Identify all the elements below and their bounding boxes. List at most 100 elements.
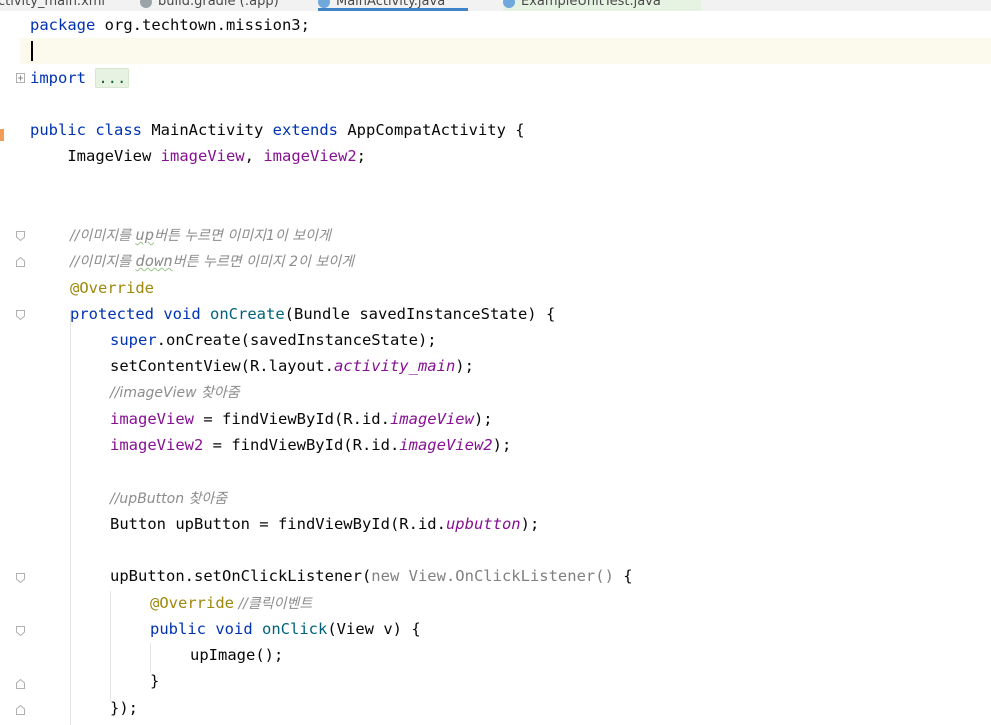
keyword: void	[215, 620, 253, 638]
params: (Bundle savedInstanceState) {	[284, 305, 556, 323]
tab-exampleunittest-java[interactable]: ExampleUnitTest.java	[503, 0, 701, 11]
indent-guide	[70, 311, 71, 725]
annotation: @Override	[70, 279, 154, 297]
method-name: onClick	[262, 620, 328, 638]
tab-label: MainActivity.java	[336, 0, 446, 9]
code-line-comment: //이미지를 down버튼 누르면 이미지 2이 보이게	[70, 248, 354, 274]
code-editor[interactable]: package org.techtown.mission3; import ..…	[0, 11, 991, 725]
static-field: imageView2	[399, 436, 493, 454]
fold-icon[interactable]	[16, 73, 25, 83]
code-line-oncreate-decl: protected void onCreate(Bundle savedInst…	[70, 301, 555, 327]
field: imageView2	[110, 436, 204, 454]
keyword: package	[30, 16, 96, 34]
code-line-fields: ImageView imageView, imageView2;	[30, 143, 366, 169]
comment: //imageView 찾아줌	[110, 385, 240, 401]
comment: up	[135, 226, 155, 244]
punct: ;	[356, 147, 366, 165]
keyword: import	[30, 69, 86, 87]
tab-label: build.gradle (:app)	[158, 0, 279, 9]
punct: );	[455, 357, 474, 375]
fold-icon[interactable]	[16, 573, 25, 583]
keyword: protected	[70, 305, 154, 323]
comment: //upButton 찾아줌	[110, 491, 228, 507]
class-name: MainActivity	[142, 121, 273, 139]
tab-label: ctivity_main.xml	[0, 0, 106, 9]
code-line-close-call: });	[110, 695, 138, 721]
gradle-icon	[140, 0, 152, 8]
super-class: AppCompatActivity {	[338, 121, 525, 139]
tab-activity-main-xml[interactable]: ctivity_main.xml	[0, 0, 105, 11]
params: (View v) {	[327, 620, 421, 638]
code-line-super-call: super.onCreate(savedInstanceState);	[110, 327, 437, 353]
static-field: activity_main	[333, 357, 456, 375]
keyword: void	[163, 305, 201, 323]
code-line-imageview-assign: imageView = findViewById(R.id.imageView)…	[110, 406, 493, 432]
call: = findViewById(R.id.	[194, 410, 390, 428]
punct: {	[613, 567, 633, 585]
code-line-close-brace: }	[150, 668, 159, 694]
punct: ,	[244, 147, 264, 165]
code-line-annotation: @Override //클릭이벤트	[150, 590, 312, 616]
punct: }	[150, 672, 160, 690]
keyword: super	[110, 331, 157, 349]
static-field: imageView	[389, 410, 474, 428]
annotation: @Override	[150, 594, 234, 612]
code-line-setcontentview: setContentView(R.layout.activity_main);	[110, 353, 474, 379]
method-name: onCreate	[210, 305, 285, 323]
tab-build-gradle[interactable]: build.gradle (:app)	[140, 0, 279, 11]
comment: //클릭이벤트	[234, 596, 313, 612]
code-line-import: import ...	[30, 65, 130, 91]
vcs-change-marker	[0, 129, 4, 141]
fold-icon[interactable]	[16, 231, 25, 241]
keyword: public	[30, 121, 86, 139]
java-class-icon	[318, 0, 330, 8]
indent-guide	[110, 591, 111, 701]
keyword: public	[150, 620, 206, 638]
comment: //이미지를	[70, 228, 136, 244]
folded-imports[interactable]: ...	[95, 68, 130, 88]
keyword: new	[371, 567, 400, 585]
code-line-listener: upButton.setOnClickListener(new View.OnC…	[110, 563, 633, 589]
code-line-comment: //이미지를 up버튼 누르면 이미지1이 보이게	[70, 222, 331, 248]
type-name: ImageView	[30, 147, 161, 165]
static-field: upbutton	[445, 515, 521, 533]
keyword: class	[95, 121, 143, 139]
call: setContentView(R.layout.	[110, 357, 334, 375]
current-line-highlight	[20, 38, 991, 64]
field: imageView	[110, 410, 194, 428]
call: .onCreate(savedInstanceState);	[156, 331, 437, 349]
declaration: Button upButton = findViewById(R.id.	[110, 515, 446, 533]
text-caret	[31, 41, 33, 61]
punct: );	[473, 410, 493, 428]
code-line-class-decl: public class MainActivity extends AppCom…	[30, 117, 525, 143]
code-line-package: package org.techtown.mission3;	[30, 12, 310, 38]
anonymous-class: View.OnClickListener()	[399, 567, 614, 585]
call: upButton.setOnClickListener(	[110, 567, 372, 585]
fold-icon[interactable]	[16, 705, 25, 715]
code-line-onclick-decl: public void onClick(View v) {	[150, 616, 421, 642]
code-line-comment: //imageView 찾아줌	[110, 379, 240, 405]
fold-icon[interactable]	[16, 257, 25, 267]
punct: );	[492, 436, 512, 454]
code-line-annotation: @Override	[70, 275, 154, 301]
comment: 버튼 누르면 이미지1이 보이게	[154, 228, 331, 244]
call: = findViewById(R.id.	[203, 436, 400, 454]
package-name: org.techtown.mission3;	[95, 16, 310, 34]
tab-mainactivity-java[interactable]: MainActivity.java	[318, 0, 468, 11]
tab-label: ExampleUnitTest.java	[521, 0, 661, 9]
fold-icon[interactable]	[16, 626, 25, 636]
java-class-icon	[503, 0, 515, 8]
code-line-imageview2-assign: imageView2 = findViewById(R.id.imageView…	[110, 432, 511, 458]
field: imageView2	[263, 147, 357, 165]
fold-icon[interactable]	[16, 310, 25, 320]
call: upImage();	[190, 646, 284, 664]
code-line-comment: //upButton 찾아줌	[110, 485, 227, 511]
comment: down	[135, 252, 173, 270]
code-line-button-decl: Button upButton = findViewById(R.id.upbu…	[110, 511, 539, 537]
comment: //이미지를	[70, 254, 136, 270]
comment: 버튼 누르면 이미지 2이 보이게	[172, 254, 355, 270]
fold-icon[interactable]	[16, 679, 25, 689]
field: imageView	[160, 147, 245, 165]
punct: });	[110, 699, 138, 717]
punct: );	[520, 515, 540, 533]
